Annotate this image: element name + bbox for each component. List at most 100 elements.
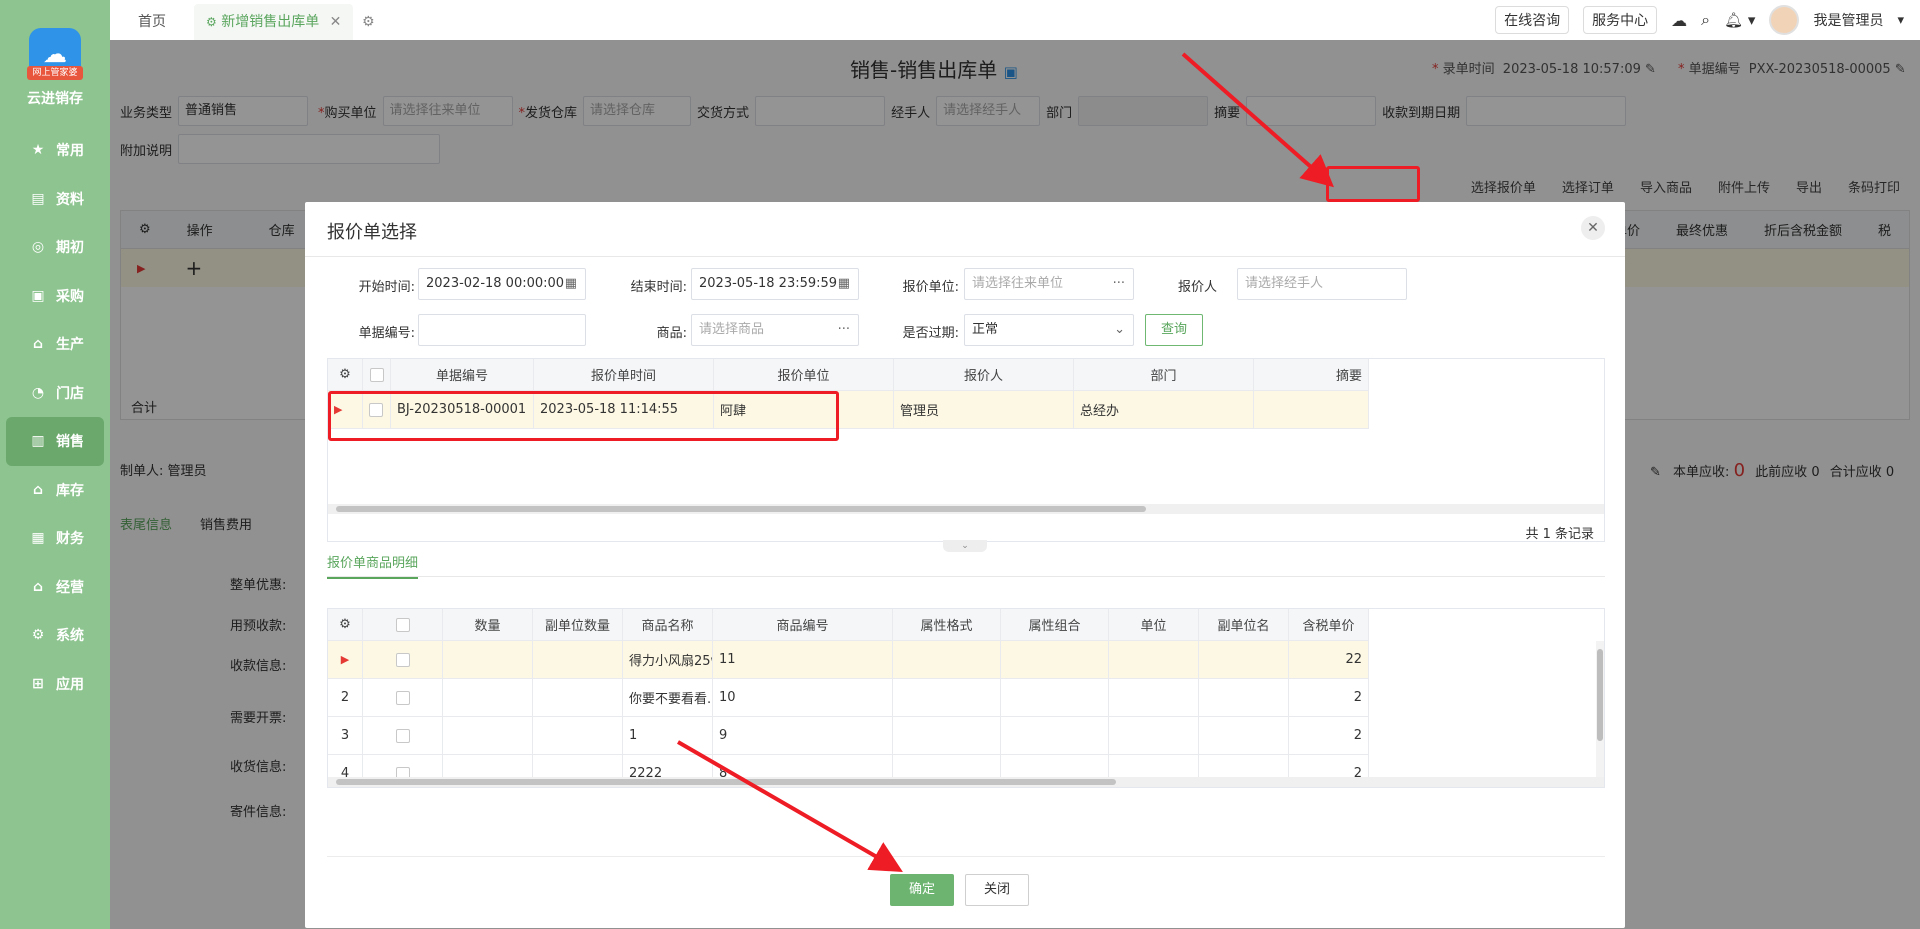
cell-sub-qty — [533, 641, 623, 679]
select-all-checkbox[interactable] — [363, 359, 391, 391]
expired-label: 是否过期: — [902, 326, 959, 341]
quote-select-modal: 报价单选择 ✕ 开始时间: 2023-02-18 00:00:00 ▦ 结束时间:… — [305, 202, 1625, 928]
sidebar-item-9[interactable]: ⌂ 经营 — [0, 563, 110, 612]
cell-summary — [1254, 391, 1369, 429]
table-row[interactable]: 3 19 2 — [328, 717, 1604, 755]
calendar-icon: ▦ — [564, 276, 577, 291]
grid-gear-icon[interactable]: ⚙ — [328, 359, 363, 391]
logo-badge: 网上管家婆 — [27, 66, 83, 80]
sidebar-item-6[interactable]: ▥ 销售 — [6, 417, 104, 466]
cell-attr-combo — [1001, 641, 1109, 679]
cart-icon: ▣ — [31, 287, 45, 304]
goods-label: 商品: — [656, 326, 687, 341]
record-count: 共 1 条记录 — [1525, 527, 1594, 542]
more-icon: ··· — [837, 322, 850, 337]
sidebar-item-11[interactable]: ⊞ 应用 — [0, 660, 110, 709]
online-consult-button[interactable]: 在线咨询 — [1495, 6, 1570, 34]
sidebar-item-label: 应用 — [56, 676, 84, 693]
search-icon[interactable]: ⌕ — [1701, 10, 1710, 30]
pie-icon: ◔ — [31, 384, 45, 401]
modal-title: 报价单选择 — [327, 222, 417, 243]
column-header: 属性组合 — [1001, 609, 1109, 641]
quoter-input[interactable]: 请选择经手人 — [1237, 268, 1407, 300]
collapse-toggle-icon[interactable]: ⌄ — [943, 540, 987, 552]
chevron-down-icon[interactable]: ▾ — [1897, 13, 1904, 28]
service-center-button[interactable]: 服务中心 — [1583, 6, 1658, 34]
start-time-input[interactable]: 2023-02-18 00:00:00 ▦ — [418, 268, 586, 300]
goods-input[interactable]: 请选择商品 ··· — [691, 314, 859, 346]
row-checkbox[interactable] — [363, 679, 443, 717]
cell-attr-combo — [1001, 679, 1109, 717]
cell-qty — [443, 641, 533, 679]
confirm-button[interactable]: 确定 — [890, 874, 954, 906]
user-name[interactable]: 我是管理员 — [1813, 10, 1883, 30]
sidebar-item-label: 库存 — [56, 482, 84, 499]
detail-grid-header: ⚙ 数量 副单位数量 商品名称 商品编号 属性格式 属性组合 单位 副单位名 含税单价 — [328, 609, 1604, 641]
bell-icon[interactable]: 🔔︎ ▾ — [1724, 11, 1755, 29]
cell-qty — [443, 717, 533, 755]
column-header: 报价人 — [894, 359, 1074, 391]
column-header: 商品编号 — [713, 609, 893, 641]
close-icon[interactable]: ✕ — [1581, 216, 1605, 240]
sidebar-item-label: 采购 — [56, 288, 84, 305]
highlight-quote-row — [328, 391, 839, 441]
query-button[interactable]: 查询 — [1145, 314, 1203, 346]
sidebar-item-5[interactable]: ◔ 门店 — [0, 369, 110, 418]
sidebar-item-10[interactable]: ⚙ 系统 — [0, 611, 110, 660]
sidebar: ☁ 网上管家婆 云进销存 ★ 常用 ▤ 资料 ◎ 期初 ▣ 采购 ⌂ 生产 ◔ 门店 ▥ 销售 ⌂ 库存 ▦ 财务… — [0, 0, 110, 929]
sidebar-item-2[interactable]: ◎ 期初 — [0, 223, 110, 272]
select-all-checkbox[interactable] — [363, 609, 443, 641]
sidebar-item-label: 资料 — [56, 191, 84, 208]
row-checkbox[interactable] — [363, 641, 443, 679]
sidebar-item-0[interactable]: ★ 常用 — [0, 126, 110, 175]
tab-close-icon[interactable]: ✕ — [330, 14, 342, 30]
cell-sub-unit — [1199, 717, 1289, 755]
sidebar-item-3[interactable]: ▣ 采购 — [0, 272, 110, 321]
tab-quote-detail[interactable]: 报价单商品明细 — [327, 552, 419, 579]
close-button[interactable]: 关闭 — [965, 874, 1029, 906]
sidebar-item-label: 门店 — [56, 385, 84, 402]
sidebar-item-label: 常用 — [56, 143, 84, 160]
sidebar-item-8[interactable]: ▦ 财务 — [0, 514, 110, 563]
cell-sub-unit — [1199, 641, 1289, 679]
expired-select[interactable]: 正常 ⌄ — [964, 314, 1134, 346]
quote-hscroll[interactable] — [328, 504, 1604, 514]
factory-icon: ⌂ — [32, 336, 44, 353]
table-row[interactable]: 2 你要不要看看... 10 2 — [328, 679, 1604, 717]
table-row[interactable]: ▶ 得力小风扇25w 11 22 — [328, 641, 1604, 679]
tab-settings-icon[interactable]: ⚙ — [350, 4, 387, 40]
cell-sub-unit — [1199, 679, 1289, 717]
column-header: 单位 — [1109, 609, 1199, 641]
cloud-download-icon[interactable]: ☁ — [1671, 11, 1687, 30]
end-time-input[interactable]: 2023-05-18 23:59:59 ▦ — [691, 268, 859, 300]
avatar[interactable] — [1769, 5, 1800, 35]
cell-person: 管理员 — [894, 391, 1074, 429]
start-time-label: 开始时间: — [358, 280, 415, 295]
sidebar-item-7[interactable]: ⌂ 库存 — [0, 466, 110, 515]
column-header: 部门 — [1074, 359, 1254, 391]
column-header: 副单位名 — [1199, 609, 1289, 641]
sidebar-item-4[interactable]: ⌂ 生产 — [0, 320, 110, 369]
sidebar-item-label: 销售 — [56, 434, 84, 451]
doc-no-input[interactable] — [418, 314, 586, 346]
grid-gear-icon[interactable]: ⚙ — [328, 609, 363, 641]
wallet-icon: ▦ — [31, 530, 45, 547]
tab-home[interactable]: 首页 — [126, 4, 178, 40]
tab-current-label: 新增销售出库单 — [221, 14, 320, 30]
quote-unit-label: 报价单位: — [902, 280, 959, 295]
row-index: 2 — [328, 679, 363, 717]
quote-grid: ⚙ 单据编号 报价单时间 报价单位 报价人 部门 摘要 ▶ BJ-20230518-00001… — [327, 358, 1605, 542]
quote-unit-input[interactable]: 请选择往来单位 ··· — [964, 268, 1134, 300]
sidebar-item-1[interactable]: ▤ 资料 — [0, 175, 110, 224]
cell-unit — [1109, 641, 1199, 679]
column-header: 含税单价 — [1289, 609, 1369, 641]
cell-goods-name: 1 — [623, 717, 713, 755]
chevron-down-icon: ⌄ — [1114, 322, 1125, 337]
row-checkbox[interactable] — [363, 717, 443, 755]
cell-unit — [1109, 679, 1199, 717]
tab-current[interactable]: ⚙ 新增销售出库单 ✕ — [194, 4, 354, 40]
detail-hscroll[interactable] — [328, 777, 1604, 787]
detail-vscroll[interactable] — [1596, 641, 1604, 777]
apps-icon: ⊞ — [32, 675, 44, 692]
row-index: ▶ — [328, 641, 363, 679]
